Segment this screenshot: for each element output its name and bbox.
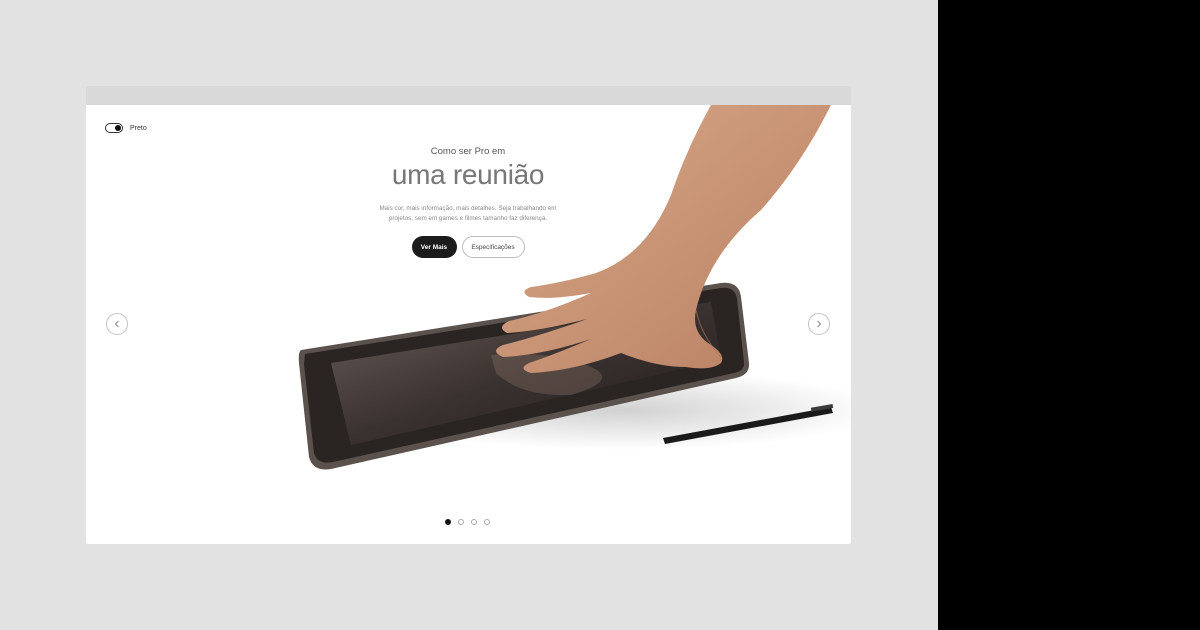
- carousel-dot[interactable]: [458, 519, 464, 525]
- chevron-left-icon: [114, 320, 119, 328]
- hero-eyebrow: Como ser Pro em: [430, 146, 506, 157]
- hero-description: Mais cor, mais informação, mais detalhes…: [379, 205, 557, 222]
- carousel-dot[interactable]: [445, 519, 451, 525]
- toggle-switch[interactable]: [105, 123, 123, 133]
- chevron-right-icon: [817, 320, 822, 328]
- ver-mais-button[interactable]: Ver Mais: [411, 236, 457, 258]
- carousel-dot[interactable]: [471, 519, 477, 525]
- hero-copy: Como ser Pro em uma reunião Mais cor, ma…: [318, 146, 618, 258]
- color-toggle[interactable]: Preto: [105, 123, 147, 133]
- previous-slide-button[interactable]: [106, 313, 128, 335]
- browser-window: Preto Como ser Pro em uma reunião Mais c…: [86, 86, 851, 544]
- next-slide-button[interactable]: [808, 313, 830, 335]
- window-titlebar: [86, 86, 851, 105]
- toggle-knob: [115, 125, 121, 131]
- especificacoes-button[interactable]: Especificações: [461, 236, 525, 258]
- carousel-dots: [445, 519, 490, 525]
- hero-headline: uma reunião: [391, 159, 545, 190]
- hero-buttons: Ver Mais Especificações: [318, 236, 618, 258]
- toggle-label: Preto: [130, 124, 147, 132]
- carousel-dot[interactable]: [484, 519, 490, 525]
